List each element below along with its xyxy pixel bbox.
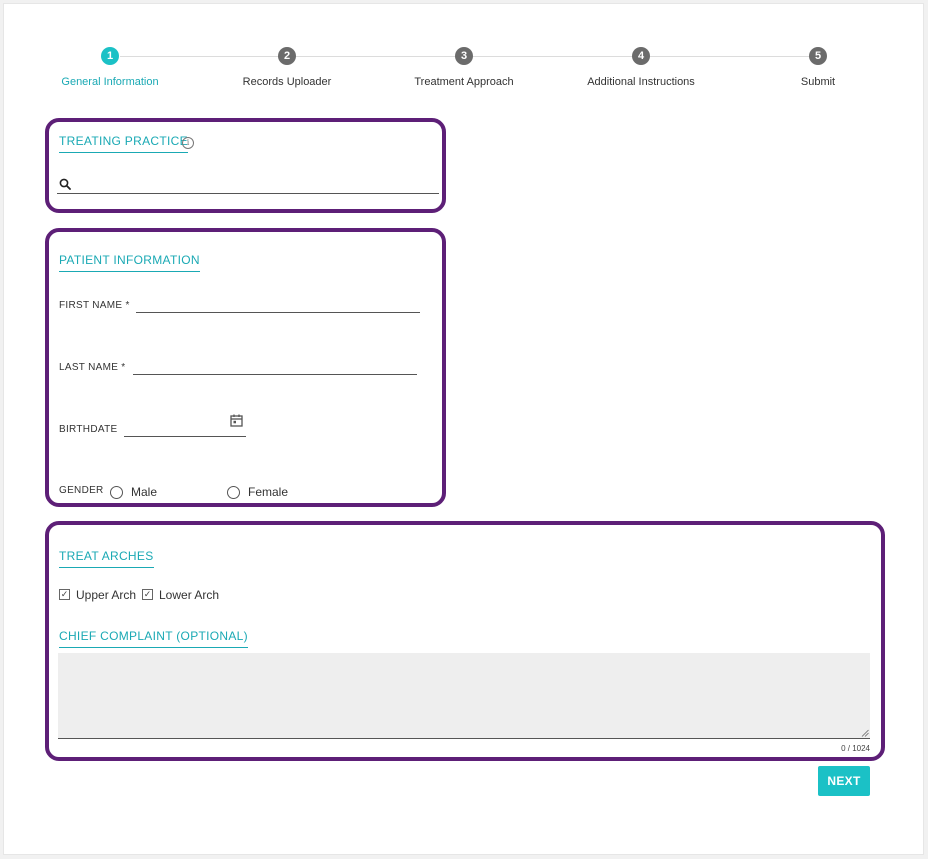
step-label: General Information xyxy=(61,76,159,88)
step-label: Additional Instructions xyxy=(587,76,695,88)
step-number: 4 xyxy=(632,47,650,65)
first-name-input[interactable] xyxy=(136,293,420,313)
last-name-input[interactable] xyxy=(133,355,417,375)
chief-complaint-title: CHIEF COMPLAINT (OPTIONAL) xyxy=(59,629,248,648)
treating-practice-title: TREATING PRACTICE xyxy=(59,134,188,153)
step-additional-instructions[interactable]: 4 Additional Instructions xyxy=(561,47,721,88)
step-number: 5 xyxy=(809,47,827,65)
next-button[interactable]: NEXT xyxy=(818,766,870,796)
gender-label: GENDER xyxy=(59,485,104,496)
step-label: Records Uploader xyxy=(242,76,332,88)
step-number: 2 xyxy=(278,47,296,65)
treat-arches-section: TREAT ARCHES ✓ Upper Arch ✓ Lower Arch C… xyxy=(45,521,885,761)
step-number: 1 xyxy=(101,47,119,65)
info-icon[interactable]: i xyxy=(182,137,194,149)
last-name-label: LAST NAME * xyxy=(59,362,126,373)
lower-arch-label[interactable]: Lower Arch xyxy=(159,588,219,602)
step-general-information[interactable]: 1 General Information xyxy=(30,47,190,88)
birthdate-label: BIRTHDATE xyxy=(59,424,118,435)
step-label: Treatment Approach xyxy=(414,76,514,88)
treating-practice-search-input[interactable] xyxy=(57,174,439,194)
patient-information-section: PATIENT INFORMATION FIRST NAME * LAST NA… xyxy=(45,228,446,507)
step-treatment-approach[interactable]: 3 Treatment Approach xyxy=(384,47,544,88)
gender-female-radio[interactable] xyxy=(227,486,240,499)
gender-female-label[interactable]: Female xyxy=(248,485,288,499)
step-label: Submit xyxy=(800,76,836,88)
treating-practice-section: TREATING PRACTICE i xyxy=(45,118,446,213)
first-name-label: FIRST NAME * xyxy=(59,300,130,311)
lower-arch-checkbox[interactable]: ✓ xyxy=(142,589,153,600)
patient-information-title: PATIENT INFORMATION xyxy=(59,253,200,272)
upper-arch-checkbox[interactable]: ✓ xyxy=(59,589,70,600)
chief-complaint-textarea[interactable] xyxy=(58,653,870,739)
character-counter: 0 / 1024 xyxy=(841,744,870,753)
step-number: 3 xyxy=(455,47,473,65)
gender-male-radio[interactable] xyxy=(110,486,123,499)
step-records-uploader[interactable]: 2 Records Uploader xyxy=(207,47,367,88)
progress-stepper: 1 General Information 2 Records Uploader… xyxy=(0,0,928,100)
step-submit[interactable]: 5 Submit xyxy=(738,47,898,88)
birthdate-input[interactable] xyxy=(124,417,246,437)
resize-handle-icon[interactable] xyxy=(861,729,869,737)
upper-arch-label[interactable]: Upper Arch xyxy=(76,588,136,602)
gender-male-label[interactable]: Male xyxy=(131,485,157,499)
calendar-icon[interactable] xyxy=(230,414,243,427)
treat-arches-title: TREAT ARCHES xyxy=(59,549,154,568)
